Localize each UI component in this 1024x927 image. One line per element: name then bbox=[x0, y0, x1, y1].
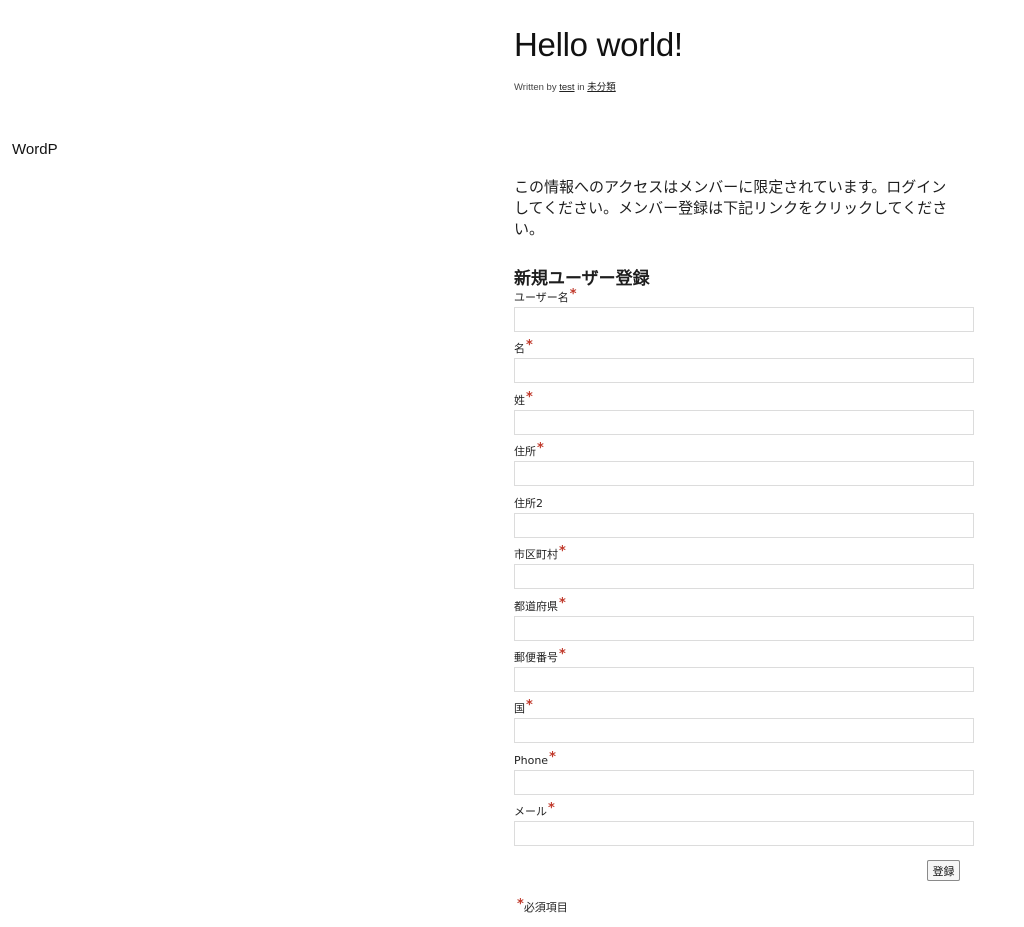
field-phone: Phone* bbox=[514, 750, 974, 805]
field-city: 市区町村* bbox=[514, 544, 974, 599]
members-only-notice: この情報へのアクセスはメンバーに限定されています。ログインしてください。メンバー… bbox=[514, 178, 948, 238]
required-asterisk: * bbox=[537, 441, 544, 456]
email-input[interactable] bbox=[514, 821, 974, 846]
field-postal-code: 郵便番号* bbox=[514, 647, 974, 702]
required-fields-note: *必須項目 bbox=[517, 897, 568, 914]
author-link[interactable]: test bbox=[559, 82, 574, 93]
prefecture-input[interactable] bbox=[514, 616, 974, 641]
address-input[interactable] bbox=[514, 461, 974, 486]
field-label: Phone* bbox=[514, 750, 556, 768]
field-label: 住所* bbox=[514, 441, 544, 459]
field-label: 郵便番号* bbox=[514, 647, 566, 665]
meta-written-by: Written by bbox=[514, 82, 557, 93]
register-button[interactable]: 登録 bbox=[927, 860, 960, 881]
required-asterisk: * bbox=[559, 544, 566, 559]
field-label: ユーザー名* bbox=[514, 287, 577, 305]
postal-code-input[interactable] bbox=[514, 667, 974, 692]
meta-in: in bbox=[577, 82, 585, 93]
field-address2: 住所2 bbox=[514, 497, 974, 548]
field-country: 国* bbox=[514, 698, 974, 753]
first-name-input[interactable] bbox=[514, 358, 974, 383]
site-title-link[interactable]: WordP bbox=[12, 141, 58, 158]
country-input[interactable] bbox=[514, 718, 974, 743]
field-first-name: 名* bbox=[514, 338, 974, 393]
address2-input[interactable] bbox=[514, 513, 974, 538]
field-label: 姓* bbox=[514, 390, 533, 408]
city-input[interactable] bbox=[514, 564, 974, 589]
field-label: 市区町村* bbox=[514, 544, 566, 562]
required-asterisk: * bbox=[549, 750, 556, 765]
field-username: ユーザー名* bbox=[514, 287, 974, 342]
field-address: 住所* bbox=[514, 441, 974, 496]
field-label: 名* bbox=[514, 338, 533, 356]
category-link[interactable]: 未分類 bbox=[587, 82, 616, 93]
field-label: メール* bbox=[514, 801, 555, 819]
field-last-name: 姓* bbox=[514, 390, 974, 445]
field-email: メール* bbox=[514, 801, 974, 856]
last-name-input[interactable] bbox=[514, 410, 974, 435]
post-meta: Written by test in 未分類 bbox=[514, 79, 616, 93]
required-asterisk: * bbox=[569, 287, 577, 302]
username-input[interactable] bbox=[514, 307, 974, 332]
field-label: 都道府県* bbox=[514, 596, 566, 614]
post-title: Hello world! bbox=[514, 26, 683, 63]
required-asterisk: * bbox=[548, 801, 555, 816]
required-asterisk: * bbox=[517, 897, 524, 912]
required-asterisk: * bbox=[559, 596, 566, 611]
registration-form-heading: 新規ユーザー登録 bbox=[514, 269, 650, 289]
field-label: 住所2 bbox=[514, 497, 543, 510]
field-prefecture: 都道府県* bbox=[514, 596, 974, 651]
required-asterisk: * bbox=[526, 338, 533, 353]
required-asterisk: * bbox=[526, 390, 533, 405]
required-asterisk: * bbox=[526, 698, 533, 713]
required-asterisk: * bbox=[559, 647, 566, 662]
field-label: 国* bbox=[514, 698, 533, 716]
phone-input[interactable] bbox=[514, 770, 974, 795]
